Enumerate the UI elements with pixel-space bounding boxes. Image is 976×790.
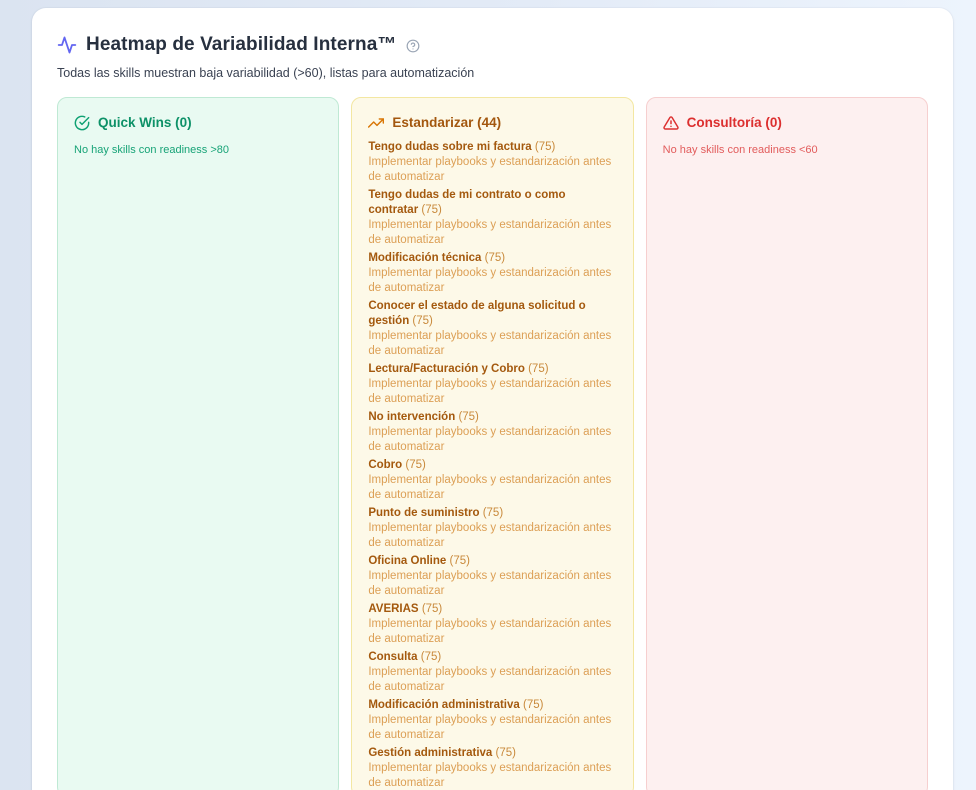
skill-note: Implementar playbooks y estandarización … (368, 218, 616, 248)
skill-item: Tengo dudas de mi contrato o como contra… (368, 188, 616, 248)
skill-name: Punto de suministro (75) (368, 506, 616, 521)
quick-wins-label: Quick Wins (0) (98, 114, 192, 131)
skill-name: Modificación administrativa (75) (368, 698, 616, 713)
skill-name: AVERIAS (75) (368, 602, 616, 617)
skill-name: Gestión administrativa (75) (368, 746, 616, 761)
skill-item: Consulta (75) Implementar playbooks y es… (368, 650, 616, 695)
quick-wins-empty-message: No hay skills con readiness >80 (74, 143, 322, 157)
skill-note: Implementar playbooks y estandarización … (368, 377, 616, 407)
consultoria-panel: Consultoría (0) No hay skills con readin… (646, 97, 928, 790)
quick-wins-heading: Quick Wins (0) (74, 114, 322, 131)
skill-score: (75) (483, 507, 503, 519)
skill-list[interactable]: Tengo dudas sobre mi factura (75) Implem… (368, 140, 616, 790)
consultoria-heading: Consultoría (0) (663, 114, 911, 131)
page-title: Heatmap de Variabilidad Interna™ (86, 34, 396, 56)
skill-note: Implementar playbooks y estandarización … (368, 155, 616, 185)
skill-name: Modificación técnica (75) (368, 251, 616, 266)
skill-name: No intervención (75) (368, 410, 616, 425)
skill-name: Lectura/Facturación y Cobro (75) (368, 362, 616, 377)
skill-note: Implementar playbooks y estandarización … (368, 761, 616, 790)
skill-note: Implementar playbooks y estandarización … (368, 569, 616, 599)
skill-note: Implementar playbooks y estandarización … (368, 617, 616, 647)
skill-score: (75) (485, 252, 505, 264)
skill-name: Oficina Online (75) (368, 554, 616, 569)
skill-score: (75) (412, 315, 432, 327)
skill-name: Tengo dudas de mi contrato o como contra… (368, 188, 616, 218)
skill-item: Modificación administrativa (75) Impleme… (368, 698, 616, 743)
skill-note: Implementar playbooks y estandarización … (368, 521, 616, 551)
activity-icon (57, 35, 77, 55)
skill-item: Oficina Online (75) Implementar playbook… (368, 554, 616, 599)
skill-name: Cobro (75) (368, 458, 616, 473)
skill-name: Tengo dudas sobre mi factura (75) (368, 140, 616, 155)
skill-item: Tengo dudas sobre mi factura (75) Implem… (368, 140, 616, 185)
estandarizar-panel: Estandarizar (44) Tengo dudas sobre mi f… (351, 97, 633, 790)
consultoria-label: Consultoría (0) (687, 114, 782, 131)
skill-item: Conocer el estado de alguna solicitud o … (368, 299, 616, 359)
help-circle-icon[interactable] (406, 39, 420, 53)
card-header: Heatmap de Variabilidad Interna™ (57, 34, 928, 56)
skill-item: AVERIAS (75) Implementar playbooks y est… (368, 602, 616, 647)
skill-score: (75) (450, 555, 470, 567)
skill-score: (75) (458, 411, 478, 423)
check-circle-icon (74, 115, 90, 131)
skill-score: (75) (535, 141, 555, 153)
trending-up-icon (368, 115, 384, 131)
skill-score: (75) (523, 699, 543, 711)
skill-score: (75) (421, 204, 441, 216)
skill-note: Implementar playbooks y estandarización … (368, 425, 616, 455)
alert-triangle-icon (663, 115, 679, 131)
skill-note: Implementar playbooks y estandarización … (368, 665, 616, 695)
skill-note: Implementar playbooks y estandarización … (368, 329, 616, 359)
heatmap-card: Heatmap de Variabilidad Interna™ Todas l… (32, 8, 953, 790)
skill-score: (75) (405, 459, 425, 471)
consultoria-empty-message: No hay skills con readiness <60 (663, 143, 911, 157)
skill-score: (75) (496, 747, 516, 759)
skill-item: Lectura/Facturación y Cobro (75) Impleme… (368, 362, 616, 407)
skill-item: Gestión administrativa (75) Implementar … (368, 746, 616, 790)
skill-item: Cobro (75) Implementar playbooks y estan… (368, 458, 616, 503)
skill-note: Implementar playbooks y estandarización … (368, 266, 616, 296)
estandarizar-heading: Estandarizar (44) (368, 114, 616, 131)
heatmap-columns: Quick Wins (0) No hay skills con readine… (57, 97, 928, 790)
estandarizar-label: Estandarizar (44) (392, 114, 501, 131)
skill-name: Consulta (75) (368, 650, 616, 665)
skill-item: Modificación técnica (75) Implementar pl… (368, 251, 616, 296)
skill-name: Conocer el estado de alguna solicitud o … (368, 299, 616, 329)
skill-note: Implementar playbooks y estandarización … (368, 473, 616, 503)
skill-score: (75) (422, 603, 442, 615)
skill-score: (75) (528, 363, 548, 375)
skill-note: Implementar playbooks y estandarización … (368, 713, 616, 743)
page-subtitle: Todas las skills muestran baja variabili… (57, 66, 928, 80)
skill-item: No intervención (75) Implementar playboo… (368, 410, 616, 455)
quick-wins-panel: Quick Wins (0) No hay skills con readine… (57, 97, 339, 790)
skill-item: Punto de suministro (75) Implementar pla… (368, 506, 616, 551)
skill-score: (75) (421, 651, 441, 663)
